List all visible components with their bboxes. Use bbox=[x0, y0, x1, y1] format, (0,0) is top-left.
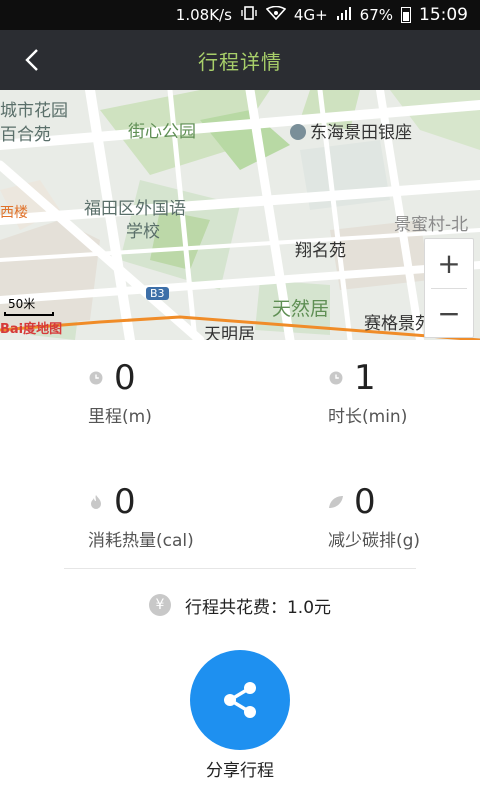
clock-icon bbox=[328, 370, 344, 386]
zoom-out-button[interactable]: − bbox=[425, 289, 473, 338]
map-poi: 东海景田银座 bbox=[290, 118, 412, 143]
battery-icon bbox=[401, 7, 411, 23]
zoom-controls: + − bbox=[424, 238, 474, 338]
stat-duration: 1 时长(min) bbox=[328, 358, 480, 427]
cost-text: 行程共花费：1.0元 bbox=[184, 597, 332, 618]
calories-label: 消耗热量(cal) bbox=[88, 531, 194, 551]
chevron-left-icon bbox=[25, 49, 38, 71]
map-poi: 街心公园 bbox=[128, 122, 196, 142]
clock-icon bbox=[88, 370, 104, 386]
map-poi: 百合苑 bbox=[0, 125, 51, 145]
carbon-label: 减少碳排(g) bbox=[328, 531, 421, 551]
stat-calories: 0 消耗热量(cal) bbox=[88, 482, 288, 551]
map-poi: 天然居 bbox=[272, 298, 330, 320]
leaf-icon bbox=[328, 494, 344, 510]
carbon-value: 0 bbox=[354, 482, 376, 522]
duration-label: 时长(min) bbox=[328, 407, 408, 427]
metro-exit-badge: B3 bbox=[146, 287, 169, 300]
scale-bar bbox=[4, 312, 54, 316]
share-trip-label: 分享行程 bbox=[206, 761, 274, 781]
trip-stats: 0 里程(m) 1 时长(min) 0 消耗热量(cal) 0 减少碳排(g) bbox=[0, 340, 480, 570]
flame-icon bbox=[88, 494, 104, 510]
map-poi: 翔名苑 bbox=[295, 241, 346, 261]
title-bar: 行程详情 bbox=[0, 30, 480, 90]
share-trip-button[interactable] bbox=[190, 650, 290, 750]
baidu-map-logo: Bai度地图 bbox=[0, 322, 63, 337]
distance-value: 0 bbox=[114, 358, 136, 398]
map-poi: 西楼 bbox=[0, 205, 28, 221]
yen-icon: ¥ bbox=[148, 594, 171, 616]
map-poi: 天明居 bbox=[204, 325, 255, 340]
map-poi: 学校 bbox=[126, 222, 160, 242]
clock: 15:09 bbox=[419, 5, 468, 25]
map-poi: 景蜜村-北 bbox=[394, 215, 469, 235]
battery-percent: 67% bbox=[359, 6, 393, 24]
map-poi: 赛格景苑 bbox=[364, 314, 432, 334]
network-speed: 1.08K/s bbox=[175, 6, 232, 24]
map-view[interactable]: 城市花园 百合苑 街心公园 东海景田银座 福田区外国语 学校 景蜜村-北 翔名苑… bbox=[0, 90, 480, 340]
back-button[interactable] bbox=[14, 42, 50, 78]
network-type: 4G+ bbox=[293, 6, 328, 24]
duration-value: 1 bbox=[354, 358, 376, 398]
distance-label: 里程(m) bbox=[88, 407, 152, 427]
calories-value: 0 bbox=[114, 482, 136, 522]
wifi-icon bbox=[265, 5, 287, 24]
map-poi: 福田区外国语 bbox=[84, 199, 186, 219]
building-icon bbox=[290, 124, 306, 140]
divider bbox=[64, 568, 416, 569]
vibrate-icon bbox=[240, 6, 258, 24]
status-bar: 1.08K/s 4G+ 67% 15:09 bbox=[0, 0, 480, 30]
share-icon bbox=[224, 682, 256, 718]
stat-distance: 0 里程(m) bbox=[88, 358, 288, 427]
trip-cost: ¥ 行程共花费：1.0元 bbox=[0, 590, 480, 620]
map-scale: 50米 bbox=[8, 297, 36, 311]
page-title: 行程详情 bbox=[198, 49, 282, 74]
map-poi: 城市花园 bbox=[0, 101, 68, 121]
signal-icon bbox=[336, 6, 352, 24]
stat-carbon: 0 减少碳排(g) bbox=[328, 482, 480, 551]
zoom-in-button[interactable]: + bbox=[425, 239, 473, 288]
